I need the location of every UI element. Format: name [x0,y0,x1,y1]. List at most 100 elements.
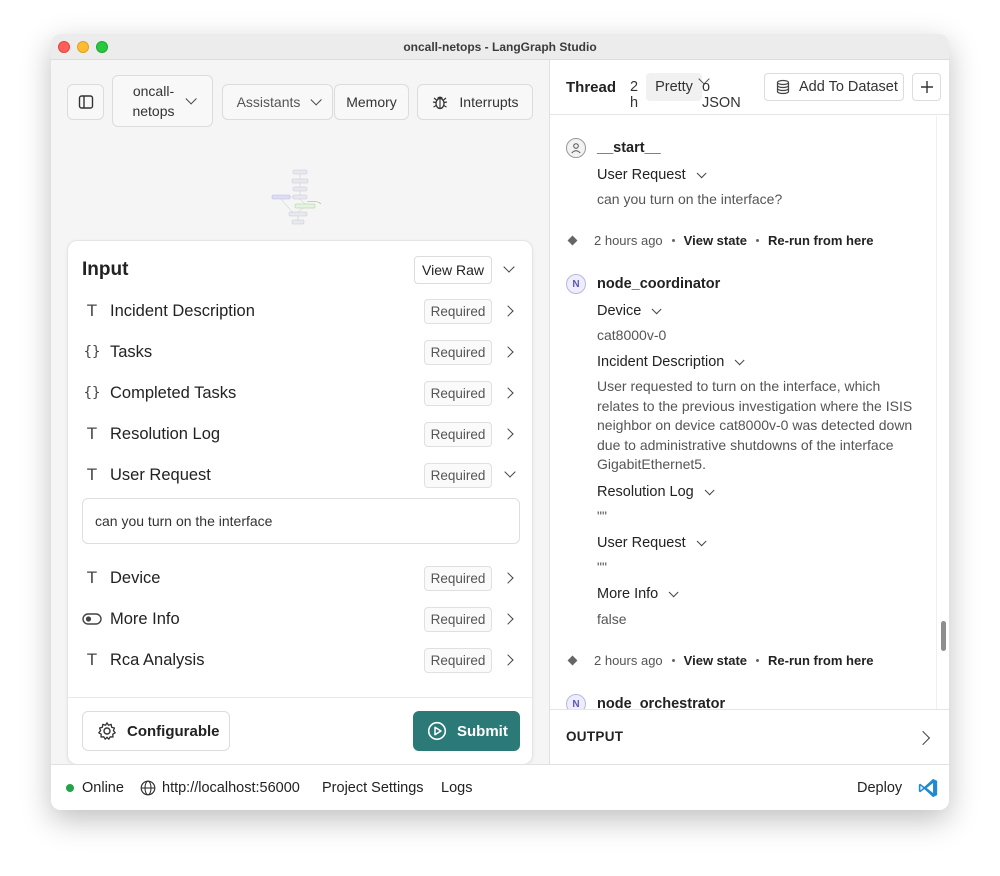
pretty-toggle[interactable]: Pretty [646,73,702,101]
state-key-more-info[interactable]: More Info [597,586,679,602]
node-avatar-icon: N [566,694,586,709]
node-avatar-icon: N [566,274,586,294]
submit-label: Submit [457,722,508,740]
state-value: User requested to turn on the interface,… [597,378,913,473]
chevron-down-icon [651,304,662,315]
event-meta: 2 hours ago View state Re-run from here [566,653,874,668]
vscode-icon[interactable] [917,777,939,799]
required-badge: Required [424,340,492,365]
card-divider [68,697,532,698]
interrupts-button[interactable]: Interrupts [417,84,533,120]
toggle-sidebar-button[interactable] [67,84,104,120]
chevron-down-icon [184,93,197,105]
thread-timeline: __start__ User Request can you turn on t… [550,116,936,709]
state-key-incident-description[interactable]: Incident Description [597,354,745,370]
graph-select-line2: netops [132,103,175,119]
node-name-orchestrator: node_orchestrator [597,696,726,709]
assistants-dropdown[interactable]: Assistants [222,84,333,120]
rerun-link[interactable]: Re-run from here [768,653,873,668]
required-badge: Required [424,463,492,488]
event-time: 2 hours ago [594,653,663,668]
chevron-down-icon [735,355,745,366]
field-device[interactable]: T Device Required [82,564,522,594]
chevron-right-icon[interactable] [915,730,931,746]
server-url[interactable]: http://localhost:56000 [140,780,300,796]
logs-link[interactable]: Logs [441,780,472,796]
project-settings-link[interactable]: Project Settings [322,780,424,796]
chevron-down-icon [696,536,707,547]
field-user-request[interactable]: T User Request Required [82,461,522,491]
thread-header: Thread 2 h Pretty o JSON Add To Dataset [550,60,949,115]
interrupts-label: Interrupts [459,94,519,110]
timeline-scrollbar[interactable] [936,116,949,709]
node-name-coordinator: node_coordinator [597,276,721,292]
field-label: User Request [110,466,211,484]
app-window: oncall-netops - LangGraph Studio oncall-… [51,34,949,810]
new-thread-button[interactable] [912,73,941,101]
graph-canvas[interactable] [271,168,331,226]
state-value: "" [597,508,607,524]
user-request-input[interactable]: can you turn on the interface [82,498,520,544]
graph-pane: oncall- netops Assistants Memory Interru… [51,60,549,765]
field-more-info[interactable]: More Info Required [82,605,522,635]
zoom-window-button[interactable] [96,41,108,53]
play-circle-icon [427,721,447,741]
text-type-icon: T [86,301,98,320]
view-state-link[interactable]: View state [684,653,747,668]
globe-icon [140,780,156,796]
chevron-right-icon[interactable] [502,572,514,584]
chevron-right-icon[interactable] [502,346,514,358]
chevron-right-icon[interactable] [502,305,514,317]
checkpoint-icon [567,235,578,246]
configurable-button[interactable]: Configurable [82,711,230,751]
json-toggle[interactable]: o JSON [702,79,741,111]
chevron-right-icon[interactable] [502,613,514,625]
text-type-icon: T [86,424,98,443]
view-raw-button[interactable]: View Raw [414,256,492,284]
tab-thread[interactable]: Thread [566,79,616,96]
field-completed-tasks[interactable]: {} Completed Tasks Required [82,379,522,409]
state-key-user-request[interactable]: User Request [597,167,707,183]
field-label: Tasks [110,343,153,361]
submit-button[interactable]: Submit [413,711,520,751]
minimize-window-button[interactable] [77,41,89,53]
deploy-button[interactable]: Deploy [857,780,902,796]
chevron-right-icon[interactable] [502,654,514,666]
chevron-right-icon[interactable] [502,387,514,399]
output-section[interactable]: OUTPUT [550,709,949,764]
status-bar: Online http://localhost:56000 Project Se… [51,764,949,810]
field-resolution-log[interactable]: T Resolution Log Required [82,420,522,450]
required-badge: Required [424,299,492,324]
collapse-input-chevron-icon[interactable] [503,261,515,273]
rerun-link[interactable]: Re-run from here [768,233,873,248]
view-state-link[interactable]: View state [684,233,747,248]
database-icon [776,79,790,95]
field-label: More Info [110,610,180,628]
add-to-dataset-button[interactable]: Add To Dataset [764,73,904,101]
state-key-resolution-log[interactable]: Resolution Log [597,484,715,500]
state-value: "" [597,559,607,575]
object-type-icon: {} [83,344,101,360]
input-title: Input [82,259,129,280]
close-window-button[interactable] [58,41,70,53]
required-badge: Required [424,607,492,632]
required-badge: Required [424,566,492,591]
scrollbar-thumb[interactable] [941,621,946,651]
url-text: http://localhost:56000 [162,780,300,796]
memory-label: Memory [346,94,397,110]
state-key-device[interactable]: Device [597,303,662,319]
field-incident-description[interactable]: T Incident Description Required [82,297,522,327]
field-tasks[interactable]: {} Tasks Required [82,338,522,368]
chevron-down-icon [310,94,323,106]
state-value: cat8000v-0 [597,327,667,343]
field-rca-analysis[interactable]: T Rca Analysis Required [82,646,522,676]
memory-button[interactable]: Memory [334,84,409,120]
state-key-user-request[interactable]: User Request [597,535,707,551]
chevron-down-icon[interactable] [504,466,516,478]
graph-select[interactable]: oncall- netops [112,75,213,127]
state-value: false [597,611,627,627]
state-value: can you turn on the interface? [597,191,783,207]
window-controls [58,41,108,53]
gear-icon [98,722,116,740]
chevron-right-icon[interactable] [502,428,514,440]
